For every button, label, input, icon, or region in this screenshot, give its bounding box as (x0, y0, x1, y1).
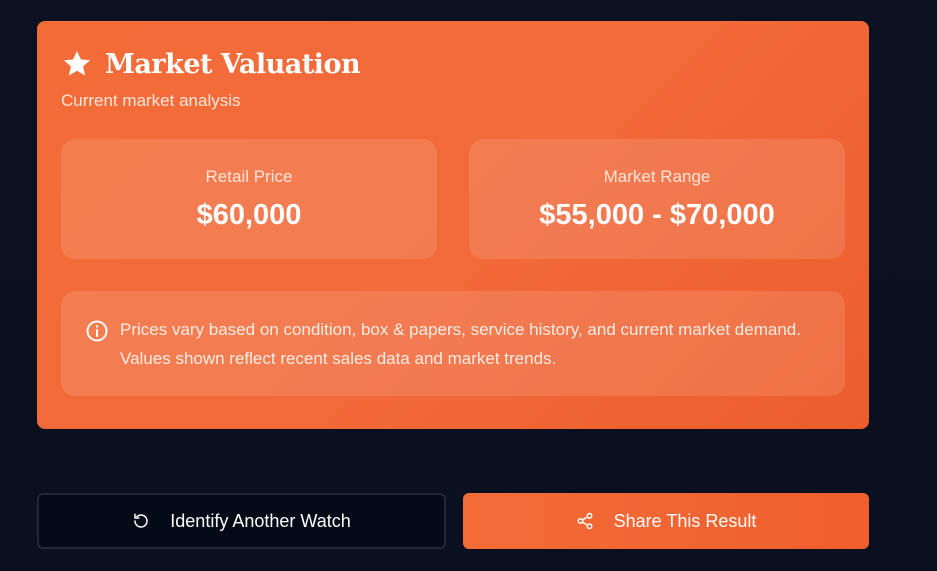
market-range-value: $55,000 - $70,000 (539, 199, 775, 231)
market-range-panel: Market Range $55,000 - $70,000 (469, 139, 845, 259)
market-valuation-card: Market Valuation Current market analysis… (37, 21, 869, 429)
card-header: Market Valuation (61, 47, 361, 81)
retail-price-label: Retail Price (205, 167, 293, 186)
star-icon (63, 50, 91, 76)
info-icon (86, 320, 108, 342)
share-icon (577, 512, 593, 530)
refresh-icon (134, 513, 149, 528)
identify-another-watch-button[interactable]: Identify Another Watch (37, 493, 446, 549)
pricing-note: Prices vary based on condition, box & pa… (61, 291, 845, 396)
retail-price-panel: Retail Price $60,000 (61, 139, 437, 259)
retail-price-value: $60,000 (196, 199, 302, 231)
pricing-note-text: Prices vary based on condition, box & pa… (120, 320, 801, 368)
card-subtitle: Current market analysis (61, 91, 241, 110)
card-title: Market Valuation (105, 48, 361, 80)
share-result-button[interactable]: Share This Result (463, 493, 869, 549)
identify-another-watch-label: Identify Another Watch (170, 510, 351, 531)
market-range-label: Market Range (603, 167, 711, 186)
share-result-label: Share This Result (613, 510, 757, 531)
